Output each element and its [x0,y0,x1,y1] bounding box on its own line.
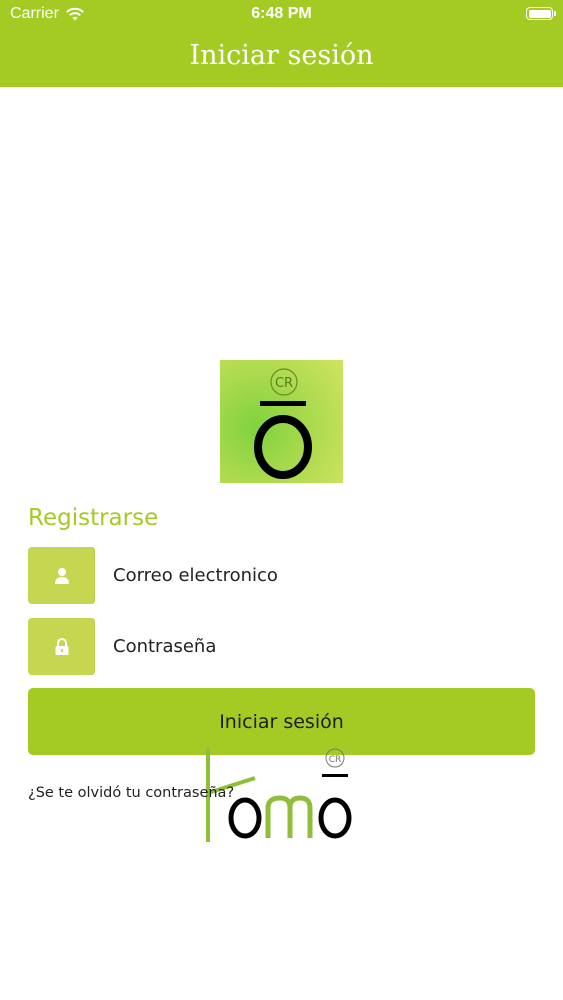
password-placeholder: Contraseña [113,636,217,657]
forgot-password-link[interactable]: ¿Se te olvidó tu contraseña? [28,785,234,801]
clock: 6:48 PM [251,5,312,22]
app-logo: CR [220,360,343,483]
login-button[interactable]: Iniciar sesión [28,688,535,755]
password-field[interactable]: Contraseña [28,618,535,675]
lock-icon [55,637,68,655]
password-icon-box [28,618,95,675]
user-icon [54,567,69,584]
header: Carrier 6:48 PM Iniciar sesión [0,0,563,87]
footer-logo-badge-text: CR [329,755,342,765]
email-field[interactable]: Correo electronico [28,547,535,604]
logo-badge-text: CR [275,376,293,391]
page-title: Iniciar sesión [189,40,374,71]
email-icon-box [28,547,95,604]
status-bar: Carrier 6:48 PM [0,0,563,30]
battery-icon [526,7,556,20]
register-heading: Registrarse [28,505,159,531]
email-placeholder: Correo electronico [113,565,278,586]
